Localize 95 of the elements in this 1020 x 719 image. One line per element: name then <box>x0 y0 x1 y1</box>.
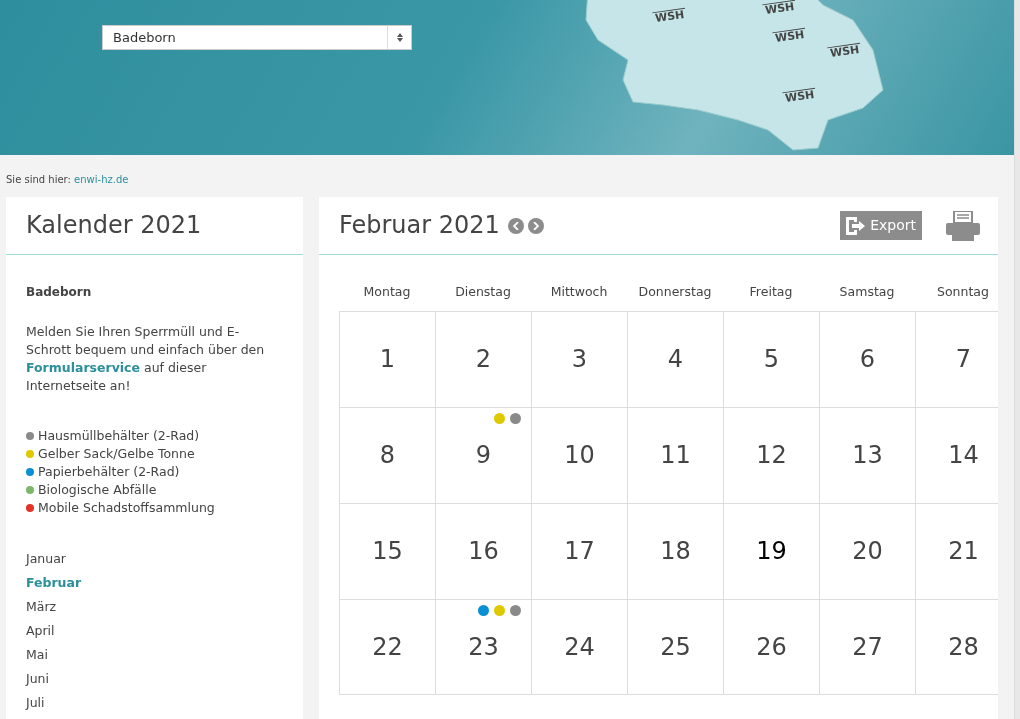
day-number: 4 <box>667 344 684 376</box>
sidebar-title: Kalender 2021 <box>26 211 202 240</box>
day-cell[interactable]: 6 <box>819 310 915 407</box>
day-cell[interactable]: 21 <box>915 502 998 599</box>
month-link[interactable]: Februar <box>26 571 283 595</box>
day-number: 8 <box>379 440 396 472</box>
print-icon[interactable] <box>946 210 980 241</box>
day-cell[interactable]: 4 <box>627 310 723 407</box>
day-number: 18 <box>660 536 691 568</box>
day-cell[interactable]: 13 <box>819 406 915 503</box>
weekday-header: Samstag <box>838 283 896 301</box>
day-number: 7 <box>955 344 972 376</box>
weekday-header: Dienstag <box>454 283 512 301</box>
place-name: Badeborn <box>26 284 93 301</box>
day-cell[interactable]: 17 <box>531 502 627 599</box>
weekday-header: Freitag <box>748 283 794 301</box>
day-number: 28 <box>948 631 979 663</box>
day-cell[interactable]: 16 <box>435 502 531 599</box>
day-cell[interactable]: 22 <box>339 598 435 695</box>
month-link[interactable]: Juni <box>26 667 283 691</box>
day-number: 26 <box>756 631 787 663</box>
day-cell[interactable]: 9 <box>435 406 531 503</box>
day-cell[interactable]: 23 <box>435 598 531 695</box>
day-cell[interactable]: 1 <box>339 310 435 407</box>
day-cell[interactable]: 15 <box>339 502 435 599</box>
day-cell[interactable]: 8 <box>339 406 435 503</box>
day-number: 10 <box>564 440 595 472</box>
legend-label: Mobile Schadstoffsammlung <box>38 499 215 517</box>
weekday-header: Mittwoch <box>549 283 609 301</box>
day-number: 2 <box>475 344 492 376</box>
day-cell[interactable]: 18 <box>627 502 723 599</box>
day-number: 19 <box>756 536 787 568</box>
month-link[interactable]: Juli <box>26 691 283 715</box>
day-number: 5 <box>763 344 780 376</box>
month-link[interactable]: Januar <box>26 547 283 571</box>
day-cell[interactable]: 20 <box>819 502 915 599</box>
weekday-header: Donnerstag <box>637 283 713 301</box>
previous-month-button[interactable] <box>507 217 524 234</box>
legend-label: Papierbehälter (2-Rad) <box>38 463 180 481</box>
day-number: 1 <box>379 344 396 376</box>
day-number: 16 <box>468 536 499 568</box>
day-number: 22 <box>372 631 403 663</box>
map-marker-label: WSH <box>827 42 862 61</box>
day-number: 14 <box>948 440 979 472</box>
day-cell[interactable]: 5 <box>723 310 819 407</box>
weekday-header: Sonntag <box>936 283 990 301</box>
day-number: 17 <box>564 536 595 568</box>
day-number: 3 <box>571 344 588 376</box>
day-number: 15 <box>372 536 403 568</box>
day-number: 20 <box>852 536 883 568</box>
day-number: 11 <box>660 440 691 472</box>
day-number: 12 <box>756 440 787 472</box>
weekday-header: Montag <box>362 283 412 301</box>
month-link[interactable]: März <box>26 595 283 619</box>
map-marker-label: WSH <box>762 0 797 18</box>
legend-label: Hausmüllbehälter (2-Rad) <box>38 427 200 445</box>
legend-label: Biologische Abfälle <box>38 481 157 499</box>
export-icon <box>844 214 867 237</box>
day-cell[interactable]: 27 <box>819 598 915 695</box>
location-select[interactable]: Badeborn <box>102 25 412 50</box>
breadcrumb-label: Sie sind hier: <box>6 174 71 185</box>
day-cell[interactable]: 25 <box>627 598 723 695</box>
map-marker-label: WSH <box>772 27 807 46</box>
day-cell[interactable]: 28 <box>915 598 998 695</box>
chevron-left-icon <box>512 221 519 230</box>
day-number: 6 <box>859 344 876 376</box>
day-cell[interactable]: 7 <box>915 310 998 407</box>
day-cell[interactable]: 19 <box>723 502 819 599</box>
sort-arrows-icon <box>396 33 403 42</box>
day-number: 21 <box>948 536 979 568</box>
day-number: 9 <box>475 440 492 472</box>
breadcrumb-link[interactable]: enwi-hz.de <box>74 174 129 185</box>
month-link[interactable]: Mai <box>26 643 283 667</box>
day-cell[interactable]: 14 <box>915 406 998 503</box>
day-cell[interactable]: 2 <box>435 310 531 407</box>
chevron-right-icon <box>532 221 539 230</box>
day-number: 13 <box>852 440 883 472</box>
scrollbar[interactable] <box>1014 0 1020 719</box>
day-number: 23 <box>468 631 499 663</box>
next-month-button[interactable] <box>527 217 544 234</box>
day-cell[interactable]: 10 <box>531 406 627 503</box>
day-cell[interactable]: 3 <box>531 310 627 407</box>
day-number: 25 <box>660 631 691 663</box>
legend-label: Gelber Sack/Gelbe Tonne <box>38 445 195 463</box>
notice-text: Melden Sie Ihren Sperrmüll und E-Schrott bequem und einfach über den Formularservice auf dieser Internetseite an! <box>26 323 266 395</box>
map-marker-label: WSH <box>782 87 817 106</box>
day-number: 24 <box>564 631 595 663</box>
day-number: 27 <box>852 631 883 663</box>
day-cell[interactable]: 26 <box>723 598 819 695</box>
map-marker-label: WSH <box>652 7 687 26</box>
month-link[interactable]: April <box>26 619 283 643</box>
day-cell[interactable]: 12 <box>723 406 819 503</box>
day-cell[interactable]: 11 <box>627 406 723 503</box>
day-cell[interactable]: 24 <box>531 598 627 695</box>
calendar-title: Februar 2021 <box>339 211 500 240</box>
